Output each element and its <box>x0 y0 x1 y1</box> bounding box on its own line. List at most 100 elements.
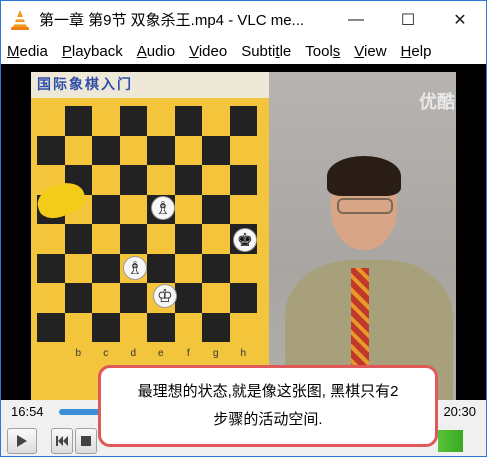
minimize-button[interactable]: — <box>330 1 382 39</box>
play-button[interactable] <box>7 428 37 454</box>
board-square <box>92 135 120 165</box>
previous-button[interactable] <box>51 428 73 454</box>
board-square <box>147 106 175 136</box>
board-square <box>229 165 257 195</box>
board-square <box>92 165 120 195</box>
board-square <box>174 224 202 254</box>
board-square <box>119 106 147 136</box>
white-bishop-piece: ♗ <box>123 256 147 280</box>
board-square <box>119 283 147 313</box>
board-square <box>119 312 147 342</box>
white-bishop-piece: ♗ <box>151 196 175 220</box>
board-header: 国际象棋入门 <box>31 72 269 98</box>
board-square <box>229 135 257 165</box>
board-square <box>229 106 257 136</box>
board-square <box>229 194 257 224</box>
board-square <box>174 165 202 195</box>
subtitle-overlay: 最理想的状态,就是像这张图, 黑棋只有2 步骤的活动空间. <box>98 365 438 447</box>
previous-icon <box>56 436 68 446</box>
maximize-button[interactable]: ☐ <box>382 1 434 39</box>
board-square <box>92 106 120 136</box>
board-square <box>64 224 92 254</box>
title-bar: 第一章 第9节 双象杀王.mp4 - VLC me... — ☐ ✕ <box>0 0 487 38</box>
menu-view[interactable]: View <box>354 43 386 60</box>
board-square <box>119 165 147 195</box>
menu-bar: Media Playback Audio Video Subtitle Tools View… <box>0 38 487 64</box>
board-square <box>92 224 120 254</box>
board-file-label: c <box>103 348 109 359</box>
volume-level <box>438 430 464 452</box>
menu-tools[interactable]: Tools <box>305 43 340 60</box>
menu-subtitle[interactable]: Subtitle <box>241 43 291 60</box>
menu-media[interactable]: Media <box>7 43 48 60</box>
close-button[interactable]: ✕ <box>434 1 486 39</box>
board-square <box>202 135 230 165</box>
board-square <box>202 312 230 342</box>
play-icon <box>17 435 27 447</box>
board-file-labels: b c d e f g h <box>37 348 257 362</box>
subtitle-line: 步骤的活动空间. <box>213 411 323 428</box>
presenter-hair <box>327 156 401 196</box>
board-square <box>92 312 120 342</box>
board-square <box>174 194 202 224</box>
board-square <box>37 106 65 136</box>
window-title: 第一章 第9节 双象杀王.mp4 - VLC me... <box>39 12 305 29</box>
board-square <box>119 224 147 254</box>
menu-help[interactable]: Help <box>401 43 432 60</box>
board-square <box>202 224 230 254</box>
board-square <box>202 283 230 313</box>
board-square <box>174 106 202 136</box>
board-square <box>64 106 92 136</box>
board-square <box>37 283 65 313</box>
board-square <box>174 312 202 342</box>
board-square <box>202 194 230 224</box>
board-square <box>119 135 147 165</box>
board-square <box>37 135 65 165</box>
volume-slider[interactable] <box>438 430 466 452</box>
board-square <box>37 312 65 342</box>
board-square <box>64 312 92 342</box>
presenter-glasses <box>337 198 393 214</box>
subtitle-line: 最理想的状态,就是像这张图, 黑棋只有2 <box>137 383 399 400</box>
board-square <box>119 194 147 224</box>
board-square <box>92 194 120 224</box>
board-file-label: b <box>75 348 82 359</box>
board-file-label: d <box>130 348 137 359</box>
menu-video[interactable]: Video <box>189 43 227 60</box>
board-header-text: 国际象棋入门 <box>37 76 133 92</box>
total-time: 20:30 <box>443 404 476 419</box>
board-square <box>147 312 175 342</box>
board-square <box>174 135 202 165</box>
video-area[interactable]: 国际象棋入门 b c d e f g h ♗ ♚ ♗ ♔ 优酷 <box>0 64 487 400</box>
board-square <box>229 312 257 342</box>
menu-audio[interactable]: Audio <box>137 43 175 60</box>
board-file-label: e <box>157 348 164 359</box>
board-square <box>147 253 175 283</box>
board-square <box>64 253 92 283</box>
board-square <box>202 253 230 283</box>
youku-watermark: 优酷 <box>419 92 455 112</box>
stop-icon <box>81 436 91 446</box>
board-square <box>64 283 92 313</box>
chess-board-panel: 国际象棋入门 b c d e f g h ♗ ♚ ♗ ♔ <box>31 72 269 400</box>
menu-playback[interactable]: Playback <box>62 43 123 60</box>
board-file-label: f <box>186 348 190 359</box>
elapsed-time: 16:54 <box>11 404 44 419</box>
chess-board <box>37 106 257 342</box>
board-square <box>92 253 120 283</box>
board-square <box>92 283 120 313</box>
board-square <box>229 253 257 283</box>
board-square <box>229 283 257 313</box>
board-square <box>147 135 175 165</box>
board-file-label: g <box>212 348 219 359</box>
white-king-piece: ♔ <box>153 284 177 308</box>
board-square <box>147 165 175 195</box>
board-square <box>174 283 202 313</box>
stop-button[interactable] <box>75 428 97 454</box>
board-file-label: h <box>240 348 247 359</box>
board-square <box>174 253 202 283</box>
board-square <box>202 165 230 195</box>
vlc-cone-icon <box>11 9 29 30</box>
board-square <box>64 135 92 165</box>
board-square <box>202 106 230 136</box>
